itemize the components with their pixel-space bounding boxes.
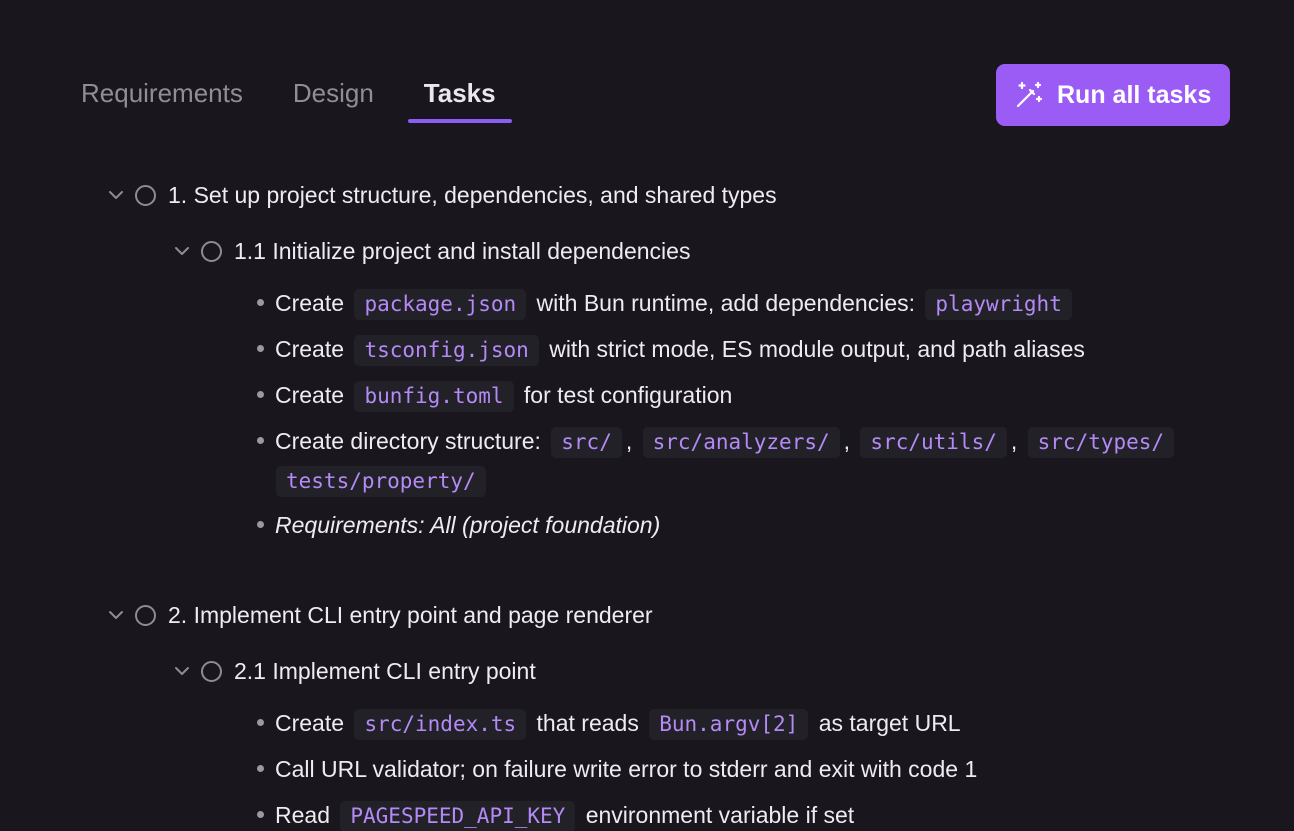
bullet-dot (257, 765, 264, 773)
separator: , (1010, 428, 1018, 454)
list-item: Read PAGESPEED_API_KEY environment varia… (257, 799, 854, 831)
task-status-circle[interactable] (135, 184, 156, 206)
bullet-text: Create (275, 710, 345, 736)
active-tab-indicator (407, 119, 512, 123)
bullet-text: as target URL (818, 710, 961, 736)
list-item: Create directory structure: src/, src/an… (257, 425, 1178, 458)
tasks-page: Requirements Design Tasks Run all tasks … (0, 0, 1294, 831)
bullet-text: environment variable if set (585, 802, 855, 828)
inline-code: playwright (925, 289, 1072, 320)
bullet-text: Create (275, 382, 345, 408)
bullet-dot (257, 521, 264, 529)
tab-tasks[interactable]: Tasks (407, 74, 512, 124)
bullet-text: for test configuration (523, 382, 733, 408)
task-row: 2. Implement CLI entry point and page re… (107, 600, 653, 630)
subtask-row: 2.1 Implement CLI entry point (173, 656, 536, 686)
task-status-circle[interactable] (201, 660, 222, 682)
bullet-dot (257, 391, 264, 399)
spec-tabs: Requirements Design Tasks (81, 74, 512, 124)
bullet-text: with strict mode, ES module output, and … (549, 336, 1085, 362)
list-item: Create bunfig.toml for test configuratio… (257, 379, 733, 412)
bullet-text: with Bun runtime, add dependencies: (536, 290, 916, 316)
tab-requirements[interactable]: Requirements (81, 74, 243, 124)
list-item: Create tsconfig.json with strict mode, E… (257, 333, 1085, 366)
run-all-tasks-button[interactable]: Run all tasks (996, 64, 1230, 126)
inline-code: src/analyzers/ (642, 427, 840, 458)
bullet-dot (257, 437, 264, 445)
tab-tasks-label: Tasks (423, 78, 496, 108)
bullet-dot (257, 299, 264, 307)
task-row: 1. Set up project structure, dependencie… (107, 180, 777, 210)
chevron-down-icon[interactable] (173, 242, 191, 260)
tab-design[interactable]: Design (293, 74, 374, 124)
magic-wand-icon (1016, 81, 1043, 108)
inline-code: PAGESPEED_API_KEY (340, 801, 576, 831)
bullet-dot (257, 345, 264, 353)
chevron-down-icon[interactable] (173, 662, 191, 680)
chevron-down-icon[interactable] (107, 606, 125, 624)
bullet-text: Call URL validator; on failure write err… (275, 756, 978, 782)
bullet-text: that reads (536, 710, 639, 736)
inline-code: tsconfig.json (354, 335, 539, 366)
task-status-circle[interactable] (201, 240, 222, 262)
subtask-label: 2.1 Implement CLI entry point (234, 657, 536, 684)
bullet-text: Create (275, 290, 345, 316)
task-label: 2. Implement CLI entry point and page re… (168, 601, 653, 628)
task-status-circle[interactable] (135, 604, 156, 626)
inline-code: tests/property/ (276, 466, 486, 497)
bullet-text: Read (275, 802, 330, 828)
subtask-row: 1.1 Initialize project and install depen… (173, 236, 690, 266)
list-item: Create package.json with Bun runtime, ad… (257, 287, 1076, 320)
bullet-dot (257, 719, 264, 727)
list-item: Requirements: All (project foundation) (257, 509, 660, 541)
separator: , (843, 428, 851, 454)
inline-code: Bun.argv[2] (649, 709, 809, 740)
inline-code: src/utils/ (860, 427, 1007, 458)
inline-code: src/ (551, 427, 622, 458)
inline-code: package.json (354, 289, 527, 320)
bullet-text: Create directory structure: (275, 428, 541, 454)
inline-code: src/index.ts (354, 709, 527, 740)
chevron-down-icon[interactable] (107, 186, 125, 204)
bullet-dot (257, 811, 264, 819)
list-item-continuation: tests/property/ (272, 464, 490, 497)
list-item: Create src/index.ts that reads Bun.argv[… (257, 707, 961, 740)
inline-code: src/types/ (1027, 427, 1175, 458)
bullet-text: Create (275, 336, 345, 362)
subtask-label: 1.1 Initialize project and install depen… (234, 237, 691, 264)
inline-code: bunfig.toml (354, 381, 514, 412)
run-all-tasks-label: Run all tasks (1057, 80, 1212, 109)
requirements-reference: Requirements: All (project foundation) (275, 512, 661, 538)
task-label: 1. Set up project structure, dependencie… (168, 181, 777, 208)
list-item: Call URL validator; on failure write err… (257, 753, 977, 785)
separator: , (625, 428, 633, 454)
